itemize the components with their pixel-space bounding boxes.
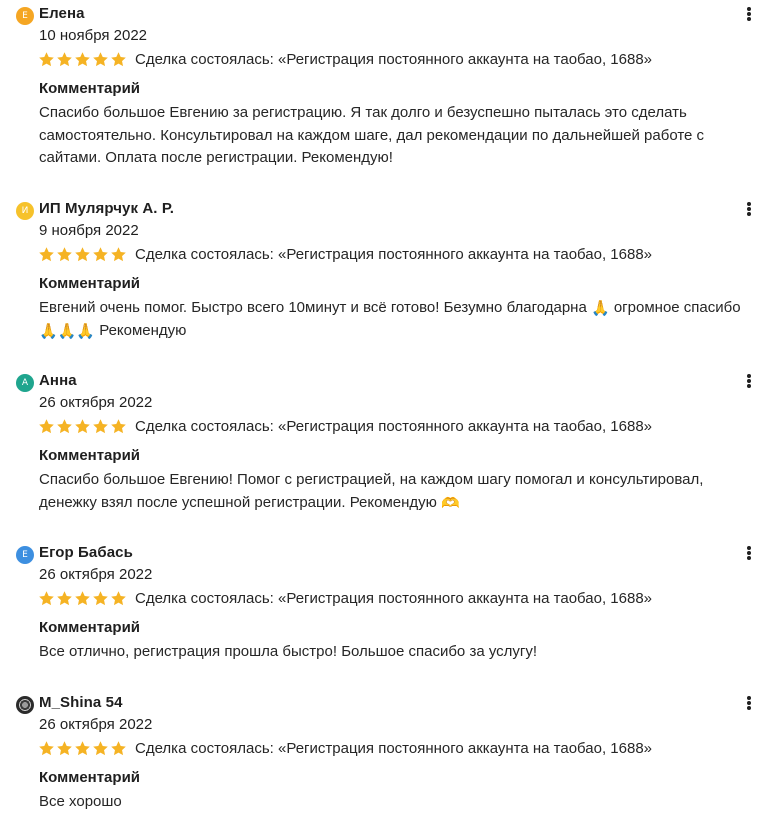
comment-title: Комментарий [39,275,141,292]
star-icon [39,590,54,605]
star-icon [39,740,54,755]
comment-text: Все хорошо [39,793,122,810]
more-options-icon[interactable] [743,373,755,391]
avatar[interactable]: А [16,374,34,392]
more-options-icon[interactable] [743,695,755,713]
deal-label: Сделка состоялась: «Регистрация постоянн… [135,589,653,607]
more-options-icon[interactable] [743,545,755,563]
star-icon [93,51,108,66]
deal-label: Сделка состоялась: «Регистрация постоянн… [135,245,653,263]
star-icon [111,740,126,755]
star-rating [38,740,127,757]
comment-text-part: Евгений очень помог. Быстро всего 10мину… [39,299,587,316]
star-icon [111,246,126,261]
star-icon [75,246,90,261]
star-icon [75,418,90,433]
avatar[interactable]: И [16,202,34,220]
rating-row: Сделка состоялась: «Регистрация постоянн… [38,244,652,264]
star-icon [93,246,108,261]
star-icon [75,590,90,605]
more-options-icon[interactable] [743,6,755,24]
avatar[interactable]: Е [16,546,34,564]
star-icon [39,418,54,433]
star-icon [57,246,72,261]
review-date: 26 октября 2022 [39,716,153,733]
star-icon [39,51,54,66]
comment-text: Спасибо большое Евгению за регистрацию. … [39,104,705,166]
review-date: 9 ноября 2022 [39,222,139,239]
comment-title: Комментарий [39,619,141,636]
star-icon [111,590,126,605]
praying-hands-emoji: 🙏 [57,321,77,340]
star-icon [57,418,72,433]
star-rating [38,246,127,263]
avatar[interactable] [16,696,34,714]
star-icon [57,590,72,605]
star-rating [38,51,127,68]
rating-row: Сделка состоялась: «Регистрация постоянн… [38,49,652,69]
comment-title: Комментарий [39,769,141,786]
review-date: 26 октября 2022 [39,566,153,583]
star-rating [38,418,127,435]
comment-title: Комментарий [39,80,141,97]
star-icon [75,740,90,755]
reviewer-name[interactable]: ИП Мулярчук А. Р. [39,200,174,217]
star-icon [93,590,108,605]
comment-text: Все отлично, регистрация прошла быстро! … [39,643,538,660]
star-icon [75,51,90,66]
star-icon [111,51,126,66]
praying-hands-emoji: 🙏 [76,321,96,340]
praying-hands-emoji: 🙏 [39,321,58,340]
reviewer-name[interactable]: M_Shina 54 [39,694,123,711]
rating-row: Сделка состоялась: «Регистрация постоянн… [38,416,652,436]
comment-text-part: огромное спасибо [613,299,741,316]
star-icon [93,418,108,433]
deal-label: Сделка состоялась: «Регистрация постоянн… [135,50,653,68]
comment-text-part: Рекомендую [99,321,187,339]
deal-label: Сделка состоялась: «Регистрация постоянн… [135,739,653,757]
star-icon [57,51,72,66]
rating-row: Сделка состоялась: «Регистрация постоянн… [38,738,652,758]
comment-text: Евгений очень помог. Быстро всего 10мину… [39,297,759,342]
comment-text: Спасибо большое Евгению! Помог с регистр… [39,469,759,514]
star-rating [38,590,127,607]
reviewer-name[interactable]: Егор Бабась [39,544,133,561]
review-date: 26 октября 2022 [39,394,153,411]
more-options-icon[interactable] [743,201,755,219]
star-icon [39,246,54,261]
star-icon [57,740,72,755]
rating-row: Сделка состоялась: «Регистрация постоянн… [38,588,652,608]
comment-title: Комментарий [39,447,141,464]
deal-label: Сделка состоялась: «Регистрация постоянн… [135,417,653,435]
comment-text-part: Спасибо большое Евгению! Помог с регистр… [39,471,704,511]
reviewer-name[interactable]: Елена [39,5,85,22]
avatar[interactable]: Е [16,7,34,25]
reviewer-name[interactable]: Анна [39,372,77,389]
heart-hands-emoji: 🫶 [441,493,460,512]
star-icon [111,418,126,433]
star-icon [93,740,108,755]
review-date: 10 ноября 2022 [39,27,148,44]
praying-hands-emoji: 🙏 [590,299,610,317]
